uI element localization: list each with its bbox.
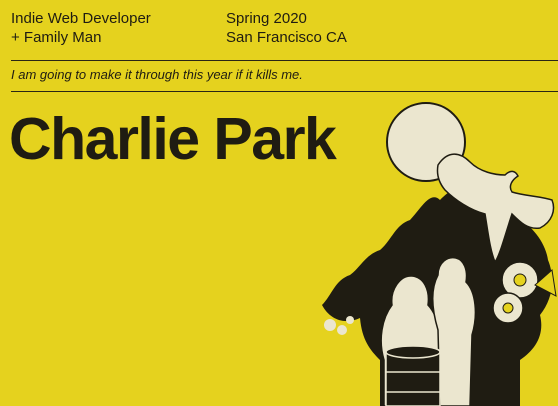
season-text: Spring 2020 xyxy=(226,10,307,27)
tagline: I am going to make it through this year … xyxy=(11,67,303,82)
role-line-2: + Family Man xyxy=(11,29,102,46)
divider-top xyxy=(11,60,558,61)
location-text: San Francisco CA xyxy=(226,29,347,46)
moon-bird-figures-illustration-icon xyxy=(322,102,557,406)
page-title: Charlie Park xyxy=(9,106,337,172)
role-line-1: Indie Web Developer xyxy=(11,10,151,27)
divider-bottom xyxy=(11,91,558,92)
header-right: Spring 2020 San Francisco CA xyxy=(226,9,347,47)
header-left: Indie Web Developer + Family Man xyxy=(11,9,151,47)
